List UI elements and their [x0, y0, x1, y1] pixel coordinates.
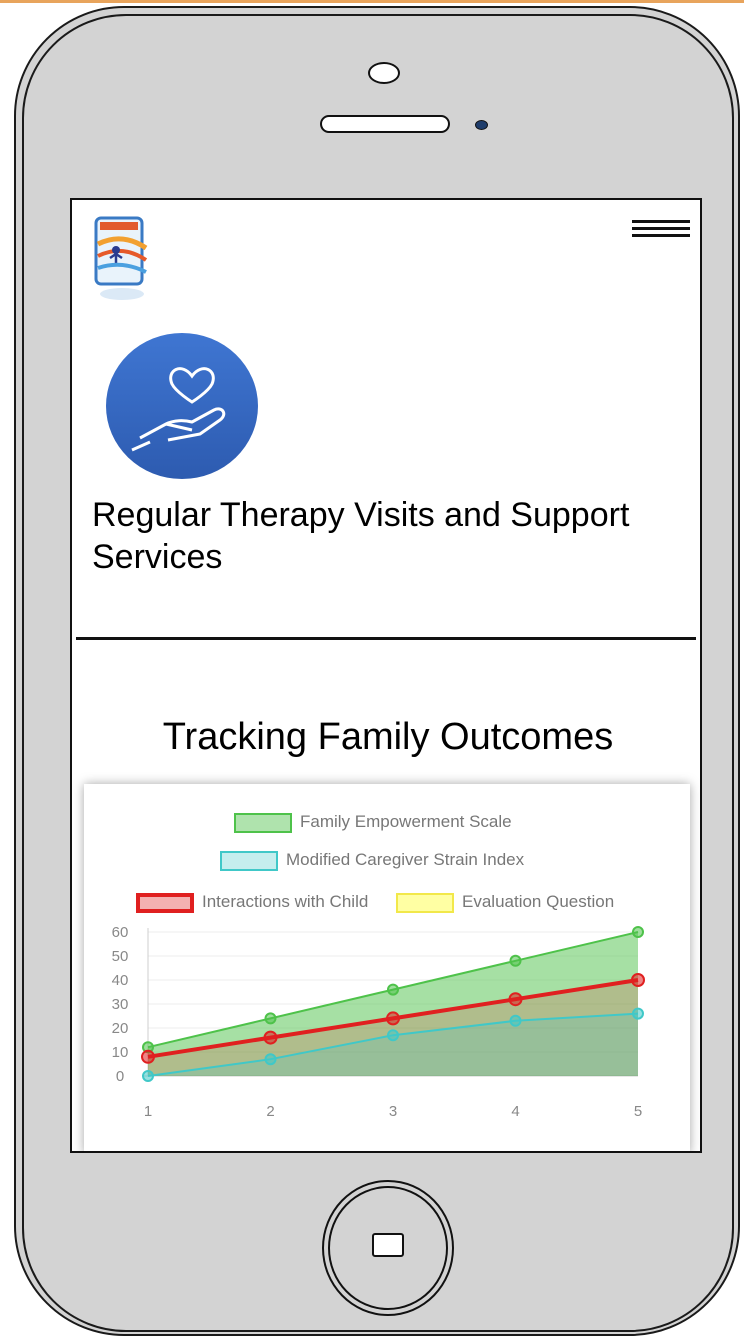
data-point: [387, 983, 399, 996]
section-title: Tracking Family Outcomes: [162, 716, 614, 758]
data-point: [264, 1053, 277, 1066]
top-border-strip: [0, 0, 744, 3]
data-point: [142, 1070, 154, 1082]
series-line: [147, 1012, 639, 1077]
legend-swatch: [220, 850, 278, 871]
home-square-icon: [372, 1233, 404, 1257]
x-tick-label: 2: [266, 1103, 274, 1120]
service-title: Regular Therapy Visits and Support Servi…: [92, 496, 630, 576]
legend-item[interactable]: Evaluation Question: [396, 892, 614, 913]
series-line: [147, 931, 639, 1049]
x-tick-label: 5: [634, 1103, 642, 1120]
legend-item[interactable]: Modified Caregiver Strain Index: [220, 850, 524, 871]
y-tick-label: 10: [112, 1044, 129, 1061]
section-divider: [76, 637, 696, 640]
legend-label: Interactions with Child: [202, 892, 369, 911]
series-area: [148, 1013, 638, 1076]
legend-swatch: [396, 892, 454, 913]
phone-screen: Regular Therapy Visits and Support Servi…: [70, 198, 702, 1153]
legend-item[interactable]: Interactions with Child: [136, 892, 368, 913]
data-point: [263, 1030, 278, 1045]
series-area: [148, 980, 638, 1076]
earpiece-speaker: [320, 115, 450, 133]
data-point: [386, 1011, 400, 1026]
data-point: [509, 1014, 522, 1027]
chart-plot: 60 50 40 30 20 10 0 1 2 3 4 5: [112, 924, 645, 1120]
legend-item[interactable]: Family Empowerment Scale: [234, 812, 512, 833]
heart-in-hand-icon: [106, 333, 258, 479]
data-point: [142, 1041, 154, 1054]
legend-swatch: [136, 892, 194, 913]
y-tick-label: 60: [112, 924, 129, 941]
home-button[interactable]: [322, 1180, 454, 1316]
legend-label: Evaluation Question: [462, 892, 615, 911]
data-point: [509, 954, 522, 967]
data-point: [632, 1007, 644, 1020]
data-point: [508, 992, 523, 1007]
series-area: [148, 932, 638, 1076]
legend-label: Family Empowerment Scale: [300, 812, 512, 831]
app-logo[interactable]: [92, 214, 152, 306]
legend-swatch: [234, 812, 292, 833]
y-tick-label: 40: [112, 972, 129, 989]
y-tick-label: 20: [112, 1020, 129, 1037]
proximity-sensor: [475, 120, 488, 130]
hamburger-menu-icon[interactable]: [632, 220, 690, 238]
legend-label: Modified Caregiver Strain Index: [286, 850, 525, 869]
x-tick-label: 1: [144, 1103, 152, 1120]
data-point: [264, 1012, 277, 1025]
data-point: [632, 926, 644, 938]
data-point: [387, 1029, 399, 1042]
y-tick-label: 30: [112, 996, 129, 1013]
outcomes-chart: Family Empowerment Scale Modified Caregi…: [84, 784, 690, 1151]
x-tick-label: 3: [389, 1103, 397, 1120]
y-tick-label: 50: [112, 948, 129, 965]
front-camera: [368, 62, 400, 84]
x-tick-label: 4: [511, 1103, 519, 1120]
y-tick-label: 0: [116, 1068, 124, 1085]
data-point: [141, 1049, 155, 1064]
series-line: [147, 978, 639, 1059]
data-point: [631, 973, 645, 987]
